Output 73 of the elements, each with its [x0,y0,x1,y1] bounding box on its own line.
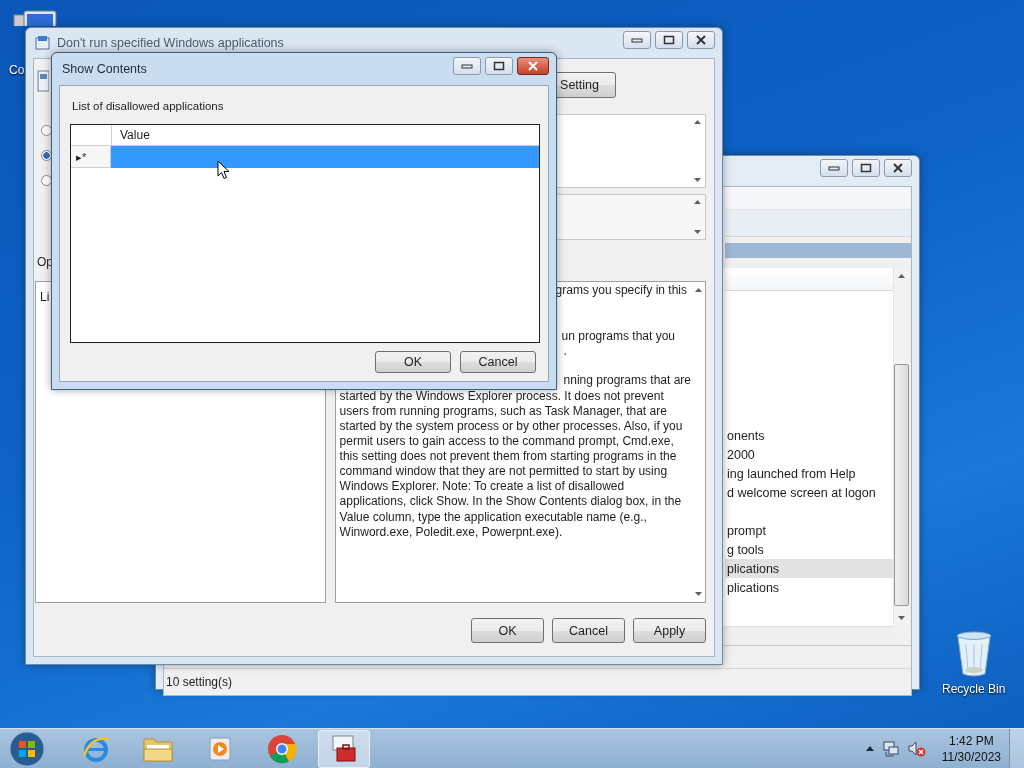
column-header[interactable]: Value [112,125,150,145]
network-icon[interactable] [881,740,900,757]
maximize-icon [663,35,675,45]
maximize-button[interactable] [852,159,880,177]
scroll-up-icon[interactable] [694,200,701,204]
scroll-up-icon[interactable] [694,120,701,124]
help-text: started by the Windows Explorer process. It does not prevent users from running programs, such as Task Manager, that are started by the system process or by other processes. Also, if you permit users to gain access to the command prompt, Cmd.exe, this setting does not prevent them from starting programs in the command window that they are not permitted to start by using Windows Explorer. Note: To create a list of disallowed applications, click Show. In the Show Contents dialog box, in the Value column, type the application executable name (e.g., Winword.exe, Poledit.exe, Powerpnt.exe). [339,388,684,540]
desktop-icon-label[interactable]: Recycle Bin [942,682,1006,696]
minimize-icon [631,37,643,43]
value-cell[interactable] [111,146,539,168]
maximize-button[interactable] [485,57,513,75]
scroll-down-icon[interactable] [694,592,702,596]
options-text: Li [40,290,50,304]
help-text-fragment: un programs that you [561,328,675,345]
setting-name: plications [727,580,780,595]
dialog-title: Show Contents [62,62,147,76]
setting-row[interactable]: plications [725,578,893,597]
maximize-button[interactable] [655,31,683,49]
list-label: List of disallowed applications [72,100,225,114]
toolbox-icon [329,733,359,764]
close-button[interactable] [884,159,912,177]
dialog-button[interactable]: Apply [633,618,706,643]
start-button[interactable] [8,729,46,768]
setting-name: g tools [727,542,764,557]
close-icon [892,163,904,173]
dialog-button[interactable]: Cancel [460,351,536,373]
policy-icon [37,70,49,92]
close-button[interactable] [517,57,549,75]
scroll-thumb[interactable] [894,364,909,606]
speaker-icon[interactable] [907,740,926,757]
help-text-fragment: . [563,344,567,360]
maximize-icon [860,163,872,173]
mouse-pointer-icon [217,160,230,180]
setting-name: plications [727,561,780,576]
desktop-icon-label[interactable]: Co [9,63,25,77]
media-player-icon [206,734,234,763]
setting-name: onents [727,428,765,443]
setting-row[interactable]: 2000 [725,445,893,464]
setting-row[interactable]: d welcome screen at logon [725,483,893,502]
clock-date: 11/30/2023 [941,748,1001,765]
browser-icon [267,733,297,764]
setting-name: ing launched from Help [727,466,856,481]
policy-icon [35,35,51,51]
dialog-button[interactable]: OK [471,618,544,643]
maximize-icon [493,61,505,71]
scroll-down-icon[interactable] [694,178,701,182]
show-hidden-icons-button[interactable] [865,746,874,751]
setting-name: d welcome screen at logon [727,485,876,500]
setting-row[interactable]: g tools [725,540,893,559]
clock[interactable]: 1:42 PM 11/30/2023 [941,732,1001,765]
clock-time: 1:42 PM [949,732,994,749]
dialog-button[interactable]: Cancel [552,618,625,643]
status-text: 10 setting(s) [166,675,233,689]
setting-name: 2000 [727,447,755,462]
scroll-up-icon[interactable] [694,288,702,292]
scroll-down-icon[interactable] [898,616,905,620]
scroll-up-icon[interactable] [898,274,905,278]
close-icon [527,61,539,71]
row-header[interactable]: ▸* [71,146,111,168]
taskbar-button[interactable] [318,729,370,768]
setting-row[interactable]: prompt [725,521,893,540]
scroll-down-icon[interactable] [694,230,701,234]
help-text-fragment: nning programs that are [563,373,691,389]
setting-row[interactable]: ing launched from Help [725,464,893,483]
window-title: Don't run specified Windows applications [57,36,284,50]
close-button[interactable] [687,31,715,49]
setting-row[interactable]: onents [725,426,893,445]
dialog-button[interactable]: OK [375,351,451,373]
setting-row[interactable]: plications [725,559,893,578]
setting-name: prompt [727,523,766,538]
minimize-icon [461,63,473,69]
close-icon [695,35,707,45]
minimize-icon [828,165,840,171]
